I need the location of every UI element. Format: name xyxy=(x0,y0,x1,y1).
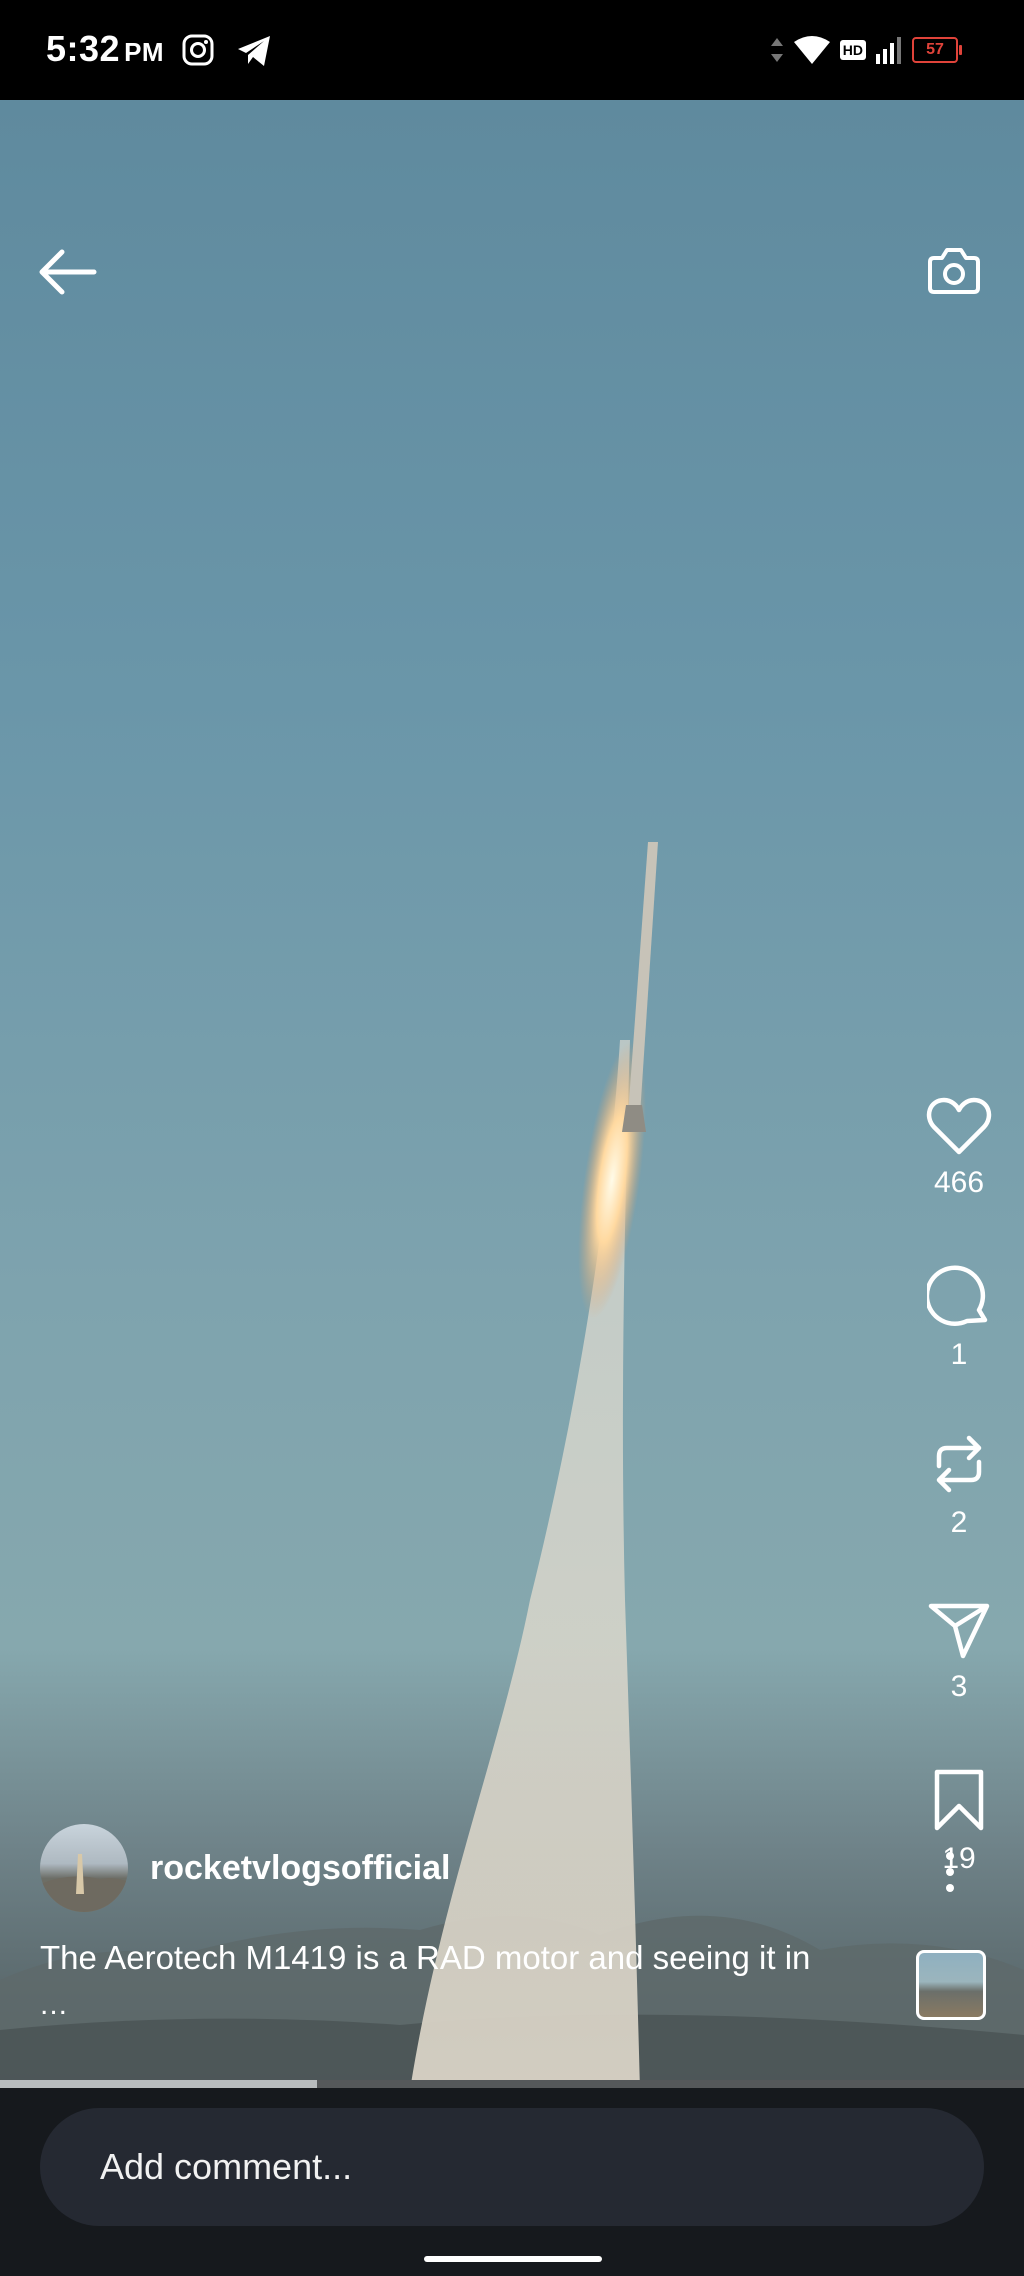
repost-button[interactable]: 2 xyxy=(894,1432,1024,1540)
repost-count: 2 xyxy=(950,1506,968,1539)
post-author[interactable]: rocketvlogsofficial xyxy=(40,1824,450,1912)
post-caption[interactable]: The Aerotech M1419 is a RAD motor and se… xyxy=(40,1936,900,1980)
comment-button[interactable]: 1 xyxy=(894,1264,1024,1372)
video-progress-bar[interactable] xyxy=(0,2080,1024,2088)
comment-input[interactable]: Add comment... xyxy=(40,2108,984,2226)
camera-icon[interactable] xyxy=(924,240,984,300)
bookmark-icon xyxy=(934,1769,984,1831)
send-icon xyxy=(928,1603,990,1659)
reel-video[interactable]: 466 1 2 3 19 rocketvlogsofficial The Aer… xyxy=(0,100,1024,2084)
share-count: 3 xyxy=(950,1670,968,1703)
like-count: 466 xyxy=(933,1166,985,1199)
telegram-icon xyxy=(238,36,270,66)
caption-more[interactable]: ... xyxy=(40,1988,68,2022)
wifi-icon xyxy=(793,36,830,64)
heart-icon xyxy=(926,1097,992,1155)
like-button[interactable]: 466 xyxy=(894,1096,1024,1200)
username[interactable]: rocketvlogsofficial xyxy=(150,1849,450,1888)
video-progress-fill xyxy=(0,2080,318,2088)
audio-thumbnail[interactable] xyxy=(916,1950,986,2020)
repost-icon xyxy=(936,1435,982,1493)
comment-bar: Add comment... xyxy=(0,2088,1024,2276)
battery-indicator: 57 xyxy=(912,37,962,63)
comment-placeholder: Add comment... xyxy=(100,2146,353,2187)
comment-bubble-icon xyxy=(927,1265,988,1326)
share-button[interactable]: 3 xyxy=(894,1600,1024,1704)
hd-badge: HD xyxy=(839,40,866,60)
status-time: 5:32 PM xyxy=(46,28,165,69)
comment-count: 1 xyxy=(950,1338,968,1371)
avatar[interactable] xyxy=(40,1824,128,1912)
status-indicators: HD 57 xyxy=(770,30,962,70)
status-bar: 5:32 PM HD 57 xyxy=(0,0,1024,100)
signal-icon xyxy=(876,37,901,64)
data-arrows-icon xyxy=(770,38,783,62)
home-indicator[interactable] xyxy=(424,2256,602,2262)
arrow-left-icon[interactable] xyxy=(36,244,100,300)
more-options-icon[interactable] xyxy=(934,1848,966,1896)
instagram-icon xyxy=(182,34,214,66)
